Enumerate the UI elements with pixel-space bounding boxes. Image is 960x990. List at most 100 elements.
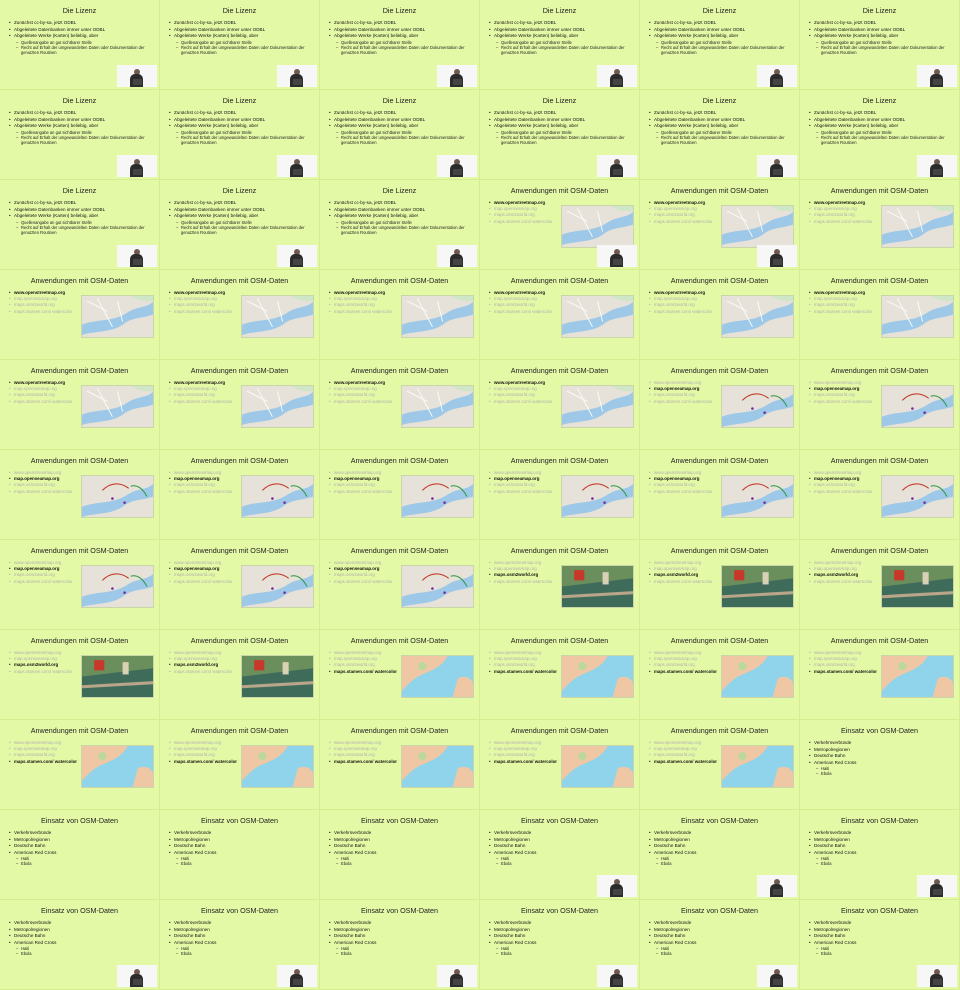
osm-link-item[interactable]: maps.stamen.com/ watercolor: [329, 399, 399, 405]
osm-link-item[interactable]: maps.stamen.com/ watercolor: [489, 579, 559, 585]
osm-link-item[interactable]: maps.stamen.com/ watercolor: [649, 759, 719, 765]
osm-link-item[interactable]: maps.stamen.com/ watercolor: [9, 399, 79, 405]
slide-thumbnail[interactable]: Anwendungen mit OSM-Daten www.openstreetm…: [160, 450, 320, 540]
osm-link-item[interactable]: maps.stamen.com/ watercolor: [489, 759, 559, 765]
slide-thumbnail[interactable]: Anwendungen mit OSM-Daten www.openstreetm…: [800, 180, 960, 270]
slide-thumbnail[interactable]: Anwendungen mit OSM-Daten www.openstreetm…: [800, 360, 960, 450]
slide-thumbnail[interactable]: Anwendungen mit OSM-Daten www.openstreetm…: [640, 630, 800, 720]
slide-thumbnail[interactable]: Anwendungen mit OSM-Daten www.openstreetm…: [160, 630, 320, 720]
slide-thumbnail[interactable]: Anwendungen mit OSM-Daten www.openstreetm…: [800, 540, 960, 630]
osm-link-item[interactable]: maps.stamen.com/ watercolor: [329, 309, 399, 315]
slide-thumbnail[interactable]: Anwendungen mit OSM-Daten www.openstreetm…: [160, 540, 320, 630]
slide-thumbnail[interactable]: Einsatz von OSM-Daten VerkehrsverbündeMet…: [640, 810, 800, 900]
osm-link-item[interactable]: maps.stamen.com/ watercolor: [649, 489, 719, 495]
slide-thumbnail[interactable]: Die LizenzZunächst cc-by-sa, jetzt ODBLA…: [480, 90, 640, 180]
slide-thumbnail[interactable]: Einsatz von OSM-Daten VerkehrsverbündeMet…: [800, 720, 960, 810]
slide-thumbnail[interactable]: Anwendungen mit OSM-Daten www.openstreetm…: [320, 720, 480, 810]
slide-thumbnail[interactable]: Die LizenzZunächst cc-by-sa, jetzt ODBLA…: [0, 180, 160, 270]
slide-thumbnail[interactable]: Anwendungen mit OSM-Daten www.openstreetm…: [480, 360, 640, 450]
slide-thumbnail[interactable]: Anwendungen mit OSM-Daten www.openstreetm…: [0, 270, 160, 360]
slide-thumbnail[interactable]: Anwendungen mit OSM-Daten www.openstreetm…: [320, 540, 480, 630]
slide-thumbnail[interactable]: Einsatz von OSM-Daten VerkehrsverbündeMet…: [480, 810, 640, 900]
slide-thumbnail[interactable]: Die LizenzZunächst cc-by-sa, jetzt ODBLA…: [320, 180, 480, 270]
slide-thumbnail[interactable]: Anwendungen mit OSM-Daten www.openstreetm…: [0, 360, 160, 450]
slide-thumbnail[interactable]: Anwendungen mit OSM-Daten www.openstreetm…: [640, 540, 800, 630]
slide-thumbnail[interactable]: Anwendungen mit OSM-Daten www.openstreetm…: [640, 180, 800, 270]
slide-thumbnail[interactable]: Einsatz von OSM-Daten VerkehrsverbündeMet…: [0, 900, 160, 990]
osm-link-item[interactable]: maps.stamen.com/ watercolor: [489, 669, 559, 675]
slide-thumbnail[interactable]: Einsatz von OSM-Daten VerkehrsverbündeMet…: [640, 900, 800, 990]
osm-link-item[interactable]: maps.stamen.com/ watercolor: [649, 219, 719, 225]
osm-link-item[interactable]: maps.stamen.com/ watercolor: [809, 399, 879, 405]
osm-link-item[interactable]: maps.stamen.com/ watercolor: [9, 309, 79, 315]
slide-thumbnail[interactable]: Anwendungen mit OSM-Daten www.openstreetm…: [320, 630, 480, 720]
slide-thumbnail[interactable]: Anwendungen mit OSM-Daten www.openstreetm…: [800, 270, 960, 360]
slide-thumbnail[interactable]: Anwendungen mit OSM-Daten www.openstreetm…: [800, 450, 960, 540]
slide-thumbnail[interactable]: Einsatz von OSM-Daten VerkehrsverbündeMet…: [800, 900, 960, 990]
slide-thumbnail[interactable]: Anwendungen mit OSM-Daten www.openstreetm…: [0, 630, 160, 720]
slide-thumbnail[interactable]: Einsatz von OSM-Daten VerkehrsverbündeMet…: [320, 810, 480, 900]
osm-link-item[interactable]: maps.stamen.com/ watercolor: [169, 669, 239, 675]
osm-link-item[interactable]: maps.stamen.com/ watercolor: [809, 309, 879, 315]
osm-link-item[interactable]: maps.stamen.com/ watercolor: [169, 489, 239, 495]
slide-thumbnail[interactable]: Anwendungen mit OSM-Daten www.openstreetm…: [160, 360, 320, 450]
slide-thumbnail[interactable]: Die LizenzZunächst cc-by-sa, jetzt ODBLA…: [0, 90, 160, 180]
osm-link-item[interactable]: maps.stamen.com/ watercolor: [809, 489, 879, 495]
slide-thumbnail[interactable]: Die LizenzZunächst cc-by-sa, jetzt ODBLA…: [320, 0, 480, 90]
osm-link-item[interactable]: maps.stamen.com/ watercolor: [649, 579, 719, 585]
slide-thumbnail[interactable]: Anwendungen mit OSM-Daten www.openstreetm…: [320, 450, 480, 540]
slide-thumbnail[interactable]: Anwendungen mit OSM-Daten www.openstreetm…: [480, 540, 640, 630]
slide-thumbnail[interactable]: Einsatz von OSM-Daten VerkehrsverbündeMet…: [800, 810, 960, 900]
slide-thumbnail[interactable]: Die LizenzZunächst cc-by-sa, jetzt ODBLA…: [160, 180, 320, 270]
slide-thumbnail[interactable]: Anwendungen mit OSM-Daten www.openstreetm…: [640, 270, 800, 360]
osm-link-item[interactable]: maps.stamen.com/ watercolor: [489, 489, 559, 495]
osm-link-item[interactable]: maps.stamen.com/ watercolor: [489, 309, 559, 315]
osm-link-item[interactable]: maps.stamen.com/ watercolor: [329, 579, 399, 585]
slide-thumbnail[interactable]: Einsatz von OSM-Daten VerkehrsverbündeMet…: [160, 810, 320, 900]
slide-thumbnail[interactable]: Anwendungen mit OSM-Daten www.openstreetm…: [0, 450, 160, 540]
osm-link-item[interactable]: maps.stamen.com/ watercolor: [9, 669, 79, 675]
osm-link-item[interactable]: maps.stamen.com/ watercolor: [9, 489, 79, 495]
slide-thumbnail[interactable]: Die LizenzZunächst cc-by-sa, jetzt ODBLA…: [0, 0, 160, 90]
slide-thumbnail[interactable]: Die LizenzZunächst cc-by-sa, jetzt ODBLA…: [640, 0, 800, 90]
slide-thumbnail[interactable]: Einsatz von OSM-Daten VerkehrsverbündeMet…: [320, 900, 480, 990]
slide-thumbnail[interactable]: Anwendungen mit OSM-Daten www.openstreetm…: [0, 540, 160, 630]
osm-link-item[interactable]: maps.stamen.com/ watercolor: [169, 579, 239, 585]
slide-thumbnail[interactable]: Anwendungen mit OSM-Daten www.openstreetm…: [480, 630, 640, 720]
osm-link-item[interactable]: maps.stamen.com/ watercolor: [329, 489, 399, 495]
osm-link-item[interactable]: maps.stamen.com/ watercolor: [489, 219, 559, 225]
slide-thumbnail[interactable]: Anwendungen mit OSM-Daten www.openstreetm…: [480, 450, 640, 540]
osm-link-item[interactable]: maps.stamen.com/ watercolor: [649, 669, 719, 675]
slide-thumbnail[interactable]: Die LizenzZunächst cc-by-sa, jetzt ODBLA…: [480, 0, 640, 90]
osm-link-item[interactable]: maps.stamen.com/ watercolor: [809, 579, 879, 585]
slide-thumbnail[interactable]: Anwendungen mit OSM-Daten www.openstreetm…: [320, 270, 480, 360]
slide-thumbnail[interactable]: Die LizenzZunächst cc-by-sa, jetzt ODBLA…: [160, 0, 320, 90]
osm-link-item[interactable]: maps.stamen.com/ watercolor: [169, 759, 239, 765]
slide-thumbnail[interactable]: Anwendungen mit OSM-Daten www.openstreetm…: [640, 360, 800, 450]
slide-thumbnail[interactable]: Anwendungen mit OSM-Daten www.openstreetm…: [480, 180, 640, 270]
osm-link-item[interactable]: maps.stamen.com/ watercolor: [809, 669, 879, 675]
osm-link-item[interactable]: maps.stamen.com/ watercolor: [649, 399, 719, 405]
osm-link-item[interactable]: maps.stamen.com/ watercolor: [489, 399, 559, 405]
slide-thumbnail[interactable]: Die LizenzZunächst cc-by-sa, jetzt ODBLA…: [800, 90, 960, 180]
slide-thumbnail[interactable]: Die LizenzZunächst cc-by-sa, jetzt ODBLA…: [640, 90, 800, 180]
osm-link-item[interactable]: maps.stamen.com/ watercolor: [329, 669, 399, 675]
slide-thumbnail[interactable]: Anwendungen mit OSM-Daten www.openstreetm…: [160, 720, 320, 810]
slide-thumbnail[interactable]: Einsatz von OSM-Daten VerkehrsverbündeMet…: [160, 900, 320, 990]
slide-thumbnail[interactable]: Anwendungen mit OSM-Daten www.openstreetm…: [480, 270, 640, 360]
osm-link-item[interactable]: maps.stamen.com/ watercolor: [649, 309, 719, 315]
slide-thumbnail[interactable]: Die LizenzZunächst cc-by-sa, jetzt ODBLA…: [160, 90, 320, 180]
slide-thumbnail[interactable]: Anwendungen mit OSM-Daten www.openstreetm…: [0, 720, 160, 810]
slide-thumbnail[interactable]: Einsatz von OSM-Daten VerkehrsverbündeMet…: [480, 900, 640, 990]
slide-thumbnail[interactable]: Anwendungen mit OSM-Daten www.openstreetm…: [640, 450, 800, 540]
osm-link-item[interactable]: maps.stamen.com/ watercolor: [169, 399, 239, 405]
osm-link-item[interactable]: maps.stamen.com/ watercolor: [9, 759, 79, 765]
osm-link-item[interactable]: maps.stamen.com/ watercolor: [329, 759, 399, 765]
slide-thumbnail[interactable]: Die LizenzZunächst cc-by-sa, jetzt ODBLA…: [800, 0, 960, 90]
osm-link-item[interactable]: maps.stamen.com/ watercolor: [9, 579, 79, 585]
slide-thumbnail[interactable]: Die LizenzZunächst cc-by-sa, jetzt ODBLA…: [320, 90, 480, 180]
slide-thumbnail[interactable]: Anwendungen mit OSM-Daten www.openstreetm…: [480, 720, 640, 810]
slide-thumbnail[interactable]: Anwendungen mit OSM-Daten www.openstreetm…: [320, 360, 480, 450]
slide-thumbnail[interactable]: Anwendungen mit OSM-Daten www.openstreetm…: [640, 720, 800, 810]
slide-thumbnail[interactable]: Einsatz von OSM-Daten VerkehrsverbündeMet…: [0, 810, 160, 900]
